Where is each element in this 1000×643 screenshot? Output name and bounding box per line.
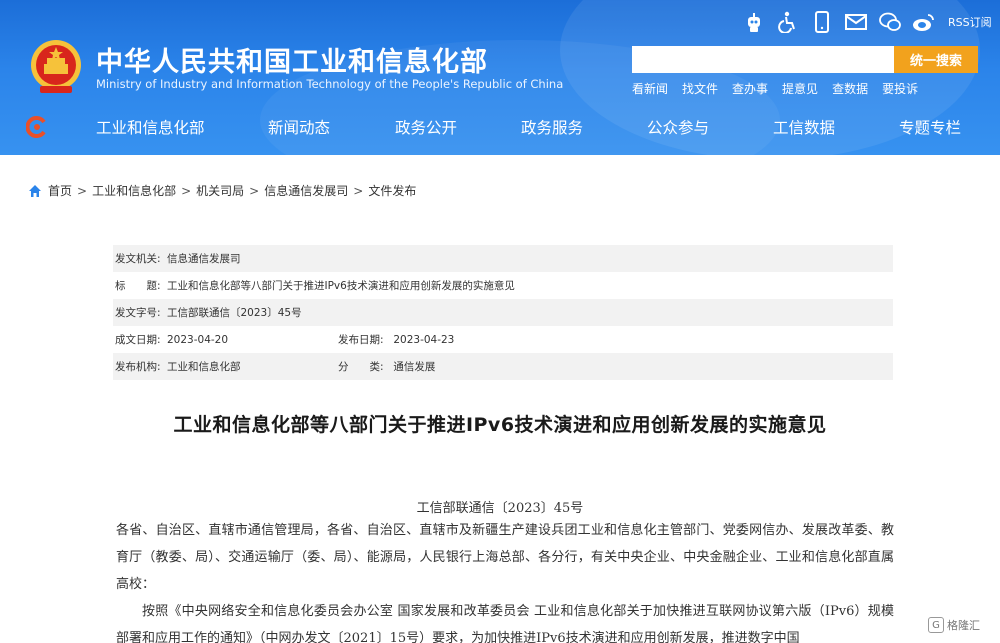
search-button[interactable]: 统一搜索 <box>894 46 978 73</box>
wechat-icon[interactable] <box>878 10 902 34</box>
info-row-title: 标 题: 工业和信息化部等八部门关于推进IPv6技术演进和应用创新发展的实施意见 <box>113 272 893 299</box>
title-value: 工业和信息化部等八部门关于推进IPv6技术演进和应用创新发展的实施意见 <box>167 280 515 292</box>
nav-item-public-participation[interactable]: 公众参与 <box>647 116 709 138</box>
breadcrumb-separator: > <box>181 183 192 198</box>
published-date-label: 发布日期: <box>338 334 384 346</box>
document-number: 工信部联通信〔2023〕45号 <box>416 501 584 516</box>
doc-number-value: 工信部联通信〔2023〕45号 <box>167 307 302 319</box>
nav-item-government-services[interactable]: 政务服务 <box>521 116 583 138</box>
document-title: 工业和信息化部等八部门关于推进IPv6技术演进和应用创新发展的实施意见 <box>173 414 827 436</box>
info-row-publisher: 发布机构: 工业和信息化部 分 类: 通信发展 <box>113 353 893 380</box>
site-title[interactable]: 中华人民共和国工业和信息化部 <box>96 40 488 79</box>
quick-link-complaint[interactable]: 要投诉 <box>882 80 918 97</box>
info-row-doc-number: 发文字号: 工信部联通信〔2023〕45号 <box>113 299 893 326</box>
quick-links: 看新闻 找文件 查办事 提意见 查数据 要投诉 <box>632 80 932 97</box>
created-date-label: 成文日期: <box>115 334 161 346</box>
watermark-logo-icon: G <box>928 617 944 633</box>
publisher-value: 工业和信息化部 <box>167 361 241 373</box>
published-date-value: 2023-04-23 <box>393 334 455 346</box>
created-date-value: 2023-04-20 <box>167 333 229 346</box>
top-icon-bar: RSS订阅 <box>742 10 992 34</box>
nav-item-news[interactable]: 新闻动态 <box>268 116 330 138</box>
breadcrumb-departments[interactable]: 机关司局 <box>196 182 244 199</box>
robot-icon[interactable] <box>742 10 766 34</box>
quick-link-feedback[interactable]: 提意见 <box>782 80 818 97</box>
mail-icon[interactable] <box>844 10 868 34</box>
breadcrumb-ministry[interactable]: 工业和信息化部 <box>92 182 176 199</box>
ministry-logo-icon[interactable] <box>26 116 48 138</box>
publisher-label: 发布机构: <box>115 361 161 373</box>
quick-link-files[interactable]: 找文件 <box>682 80 718 97</box>
search-input[interactable] <box>632 46 894 73</box>
document-info-table: 发文机关: 信息通信发展司 标 题: 工业和信息化部等八部门关于推进IPv6技术… <box>113 245 893 380</box>
info-row-issuer: 发文机关: 信息通信发展司 <box>113 245 893 272</box>
category-cell: 分 类: 通信发展 <box>336 359 435 374</box>
breadcrumb-separator: > <box>353 183 364 198</box>
document-addressees: 各省、自治区、直辖市通信管理局，各省、自治区、直辖市及新疆生产建设兵团工业和信息… <box>116 523 894 592</box>
category-value: 通信发展 <box>393 361 436 373</box>
breadcrumb-department[interactable]: 信息通信发展司 <box>264 182 348 199</box>
breadcrumb-separator: > <box>249 183 260 198</box>
watermark: G 格隆汇 <box>928 617 980 633</box>
breadcrumb-separator: > <box>77 183 88 198</box>
nav-item-open-government[interactable]: 政务公开 <box>395 116 457 138</box>
document-body: 各省、自治区、直辖市通信管理局，各省、自治区、直辖市及新疆生产建设兵团工业和信息… <box>116 517 894 643</box>
category-label: 分 类: <box>338 361 384 373</box>
document-paragraph: 按照《中央网络安全和信息化委员会办公室 国家发展和改革委员会 工业和信息化部关于… <box>116 604 894 643</box>
quick-link-services[interactable]: 查办事 <box>732 80 768 97</box>
nav-item-topics[interactable]: 专题专栏 <box>899 116 961 138</box>
nav-item-data[interactable]: 工信数据 <box>773 116 835 138</box>
doc-number-label: 发文字号: <box>115 307 161 319</box>
issuer-label: 发文机关: <box>115 253 161 265</box>
site-header: 中华人民共和国工业和信息化部 Ministry of Industry and … <box>0 0 1000 155</box>
quick-link-data[interactable]: 查数据 <box>832 80 868 97</box>
breadcrumb-home[interactable]: 首页 <box>48 182 72 199</box>
weibo-icon[interactable] <box>912 10 936 34</box>
quick-link-news[interactable]: 看新闻 <box>632 80 668 97</box>
mobile-icon[interactable] <box>810 10 834 34</box>
accessibility-icon[interactable] <box>776 10 800 34</box>
issuer-value: 信息通信发展司 <box>167 253 241 265</box>
home-icon <box>29 184 41 197</box>
info-row-dates: 成文日期: 2023-04-20 发布日期: 2023-04-23 <box>113 326 893 353</box>
rss-subscribe-link[interactable]: RSS订阅 <box>948 14 992 30</box>
watermark-text: 格隆汇 <box>947 619 980 632</box>
breadcrumb: 首页 > 工业和信息化部 > 机关司局 > 信息通信发展司 > 文件发布 <box>28 182 416 199</box>
title-label: 标 题: <box>115 280 161 292</box>
published-date-cell: 发布日期: 2023-04-23 <box>336 332 454 347</box>
national-emblem-icon[interactable] <box>28 38 84 96</box>
site-subtitle: Ministry of Industry and Information Tec… <box>96 77 564 91</box>
breadcrumb-current[interactable]: 文件发布 <box>368 182 416 199</box>
nav-item-ministry[interactable]: 工业和信息化部 <box>96 116 205 138</box>
